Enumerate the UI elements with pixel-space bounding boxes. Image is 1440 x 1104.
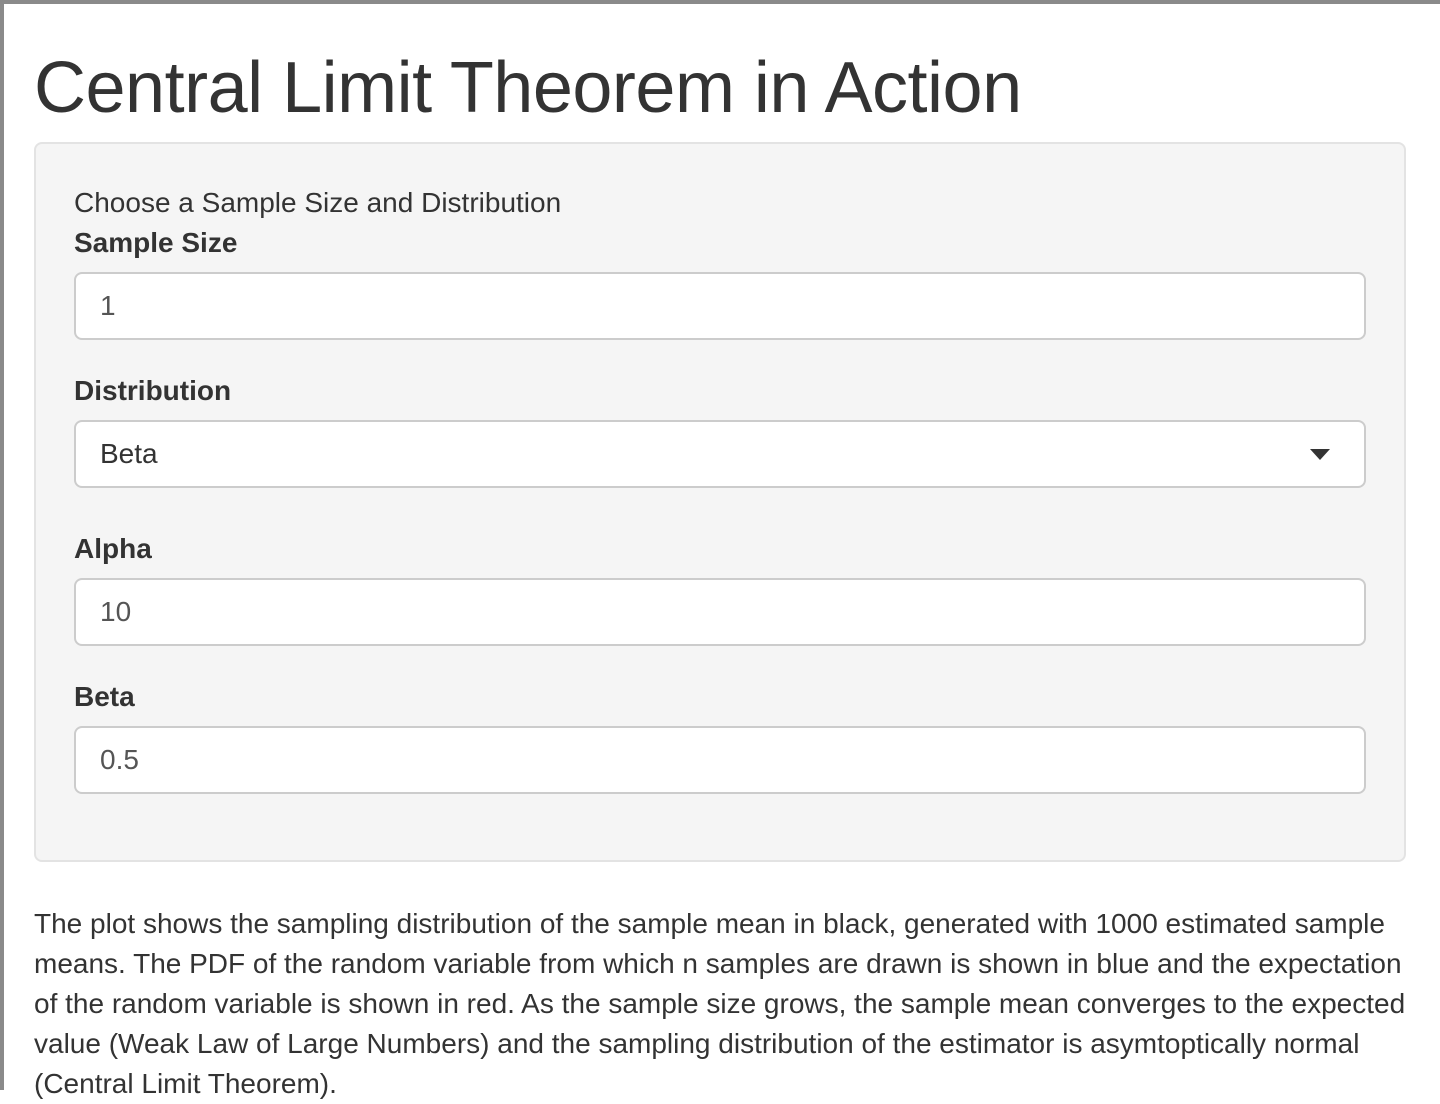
page-title: Central Limit Theorem in Action — [34, 48, 1022, 128]
settings-panel: Choose a Sample Size and Distribution Sa… — [34, 142, 1406, 862]
distribution-selected-value: Beta — [100, 438, 158, 469]
distribution-label: Distribution — [74, 375, 232, 406]
distribution-select[interactable]: Beta — [74, 420, 1366, 488]
caret-down-icon — [1310, 449, 1330, 460]
sample-size-input[interactable]: 1 — [74, 272, 1366, 340]
panel-heading: Choose a Sample Size and Distribution — [74, 187, 562, 218]
alpha-label: Alpha — [74, 533, 152, 564]
sample-size-label: Sample Size — [74, 227, 238, 258]
beta-input[interactable]: 0.5 — [74, 726, 1366, 794]
alpha-input[interactable]: 10 — [74, 578, 1366, 646]
description-text: The plot shows the sampling distribution… — [34, 908, 1406, 1099]
beta-label: Beta — [74, 681, 135, 712]
